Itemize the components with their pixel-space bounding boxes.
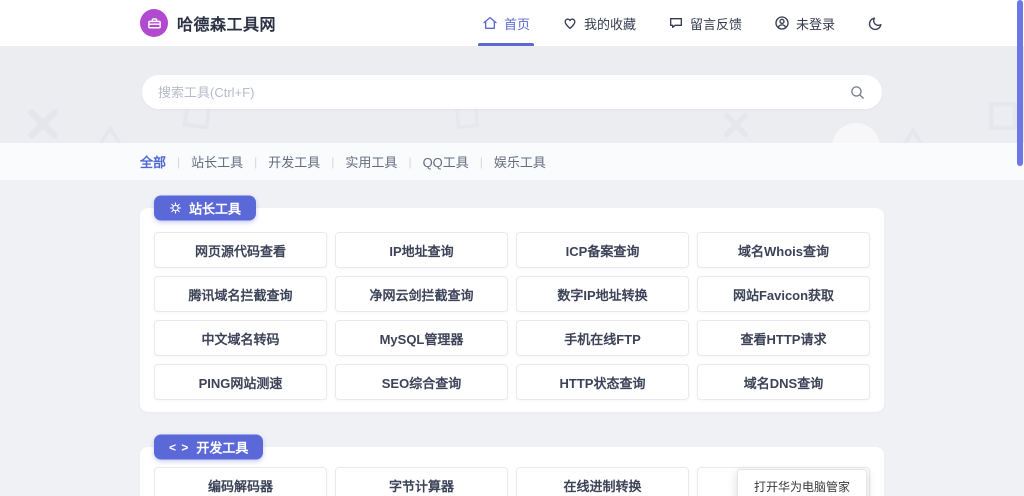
bg-triangle-icon (898, 127, 928, 143)
section-title: 站长工具 (189, 199, 241, 218)
tool-button[interactable]: 手机在线FTP (516, 320, 689, 356)
os-tooltip: 打开华为电脑管家 (737, 469, 867, 496)
tool-button[interactable]: 中文域名转码 (154, 320, 327, 356)
tool-button[interactable]: SEO综合查询 (335, 364, 508, 400)
scrollbar (1017, 0, 1023, 496)
theme-toggle[interactable] (867, 15, 884, 32)
tool-button[interactable]: 在线进制转换 (516, 467, 689, 496)
tool-button[interactable]: 查看HTTP请求 (697, 320, 870, 356)
search-box (142, 75, 882, 109)
category-qq[interactable]: QQ工具 (423, 152, 469, 171)
nav-item-login[interactable]: 未登录 (774, 0, 835, 46)
tool-grid: 网页源代码查看IP地址查询ICP备案查询域名Whois查询腾讯域名拦截查询净网云… (154, 232, 870, 400)
section-webmaster-tools: 站长工具 网页源代码查看IP地址查询ICP备案查询域名Whois查询腾讯域名拦截… (140, 208, 884, 412)
main-content: 站长工具 网页源代码查看IP地址查询ICP备案查询域名Whois查询腾讯域名拦截… (0, 180, 1024, 496)
tool-button[interactable]: PING网站测速 (154, 364, 327, 400)
tool-button[interactable]: 网页源代码查看 (154, 232, 327, 268)
nav-item-home[interactable]: 首页 (482, 0, 530, 46)
code-icon: < > (169, 440, 189, 454)
section-title: 开发工具 (196, 438, 248, 457)
divider: | (254, 155, 257, 169)
site-title: 哈德森工具网 (177, 11, 276, 35)
divider: | (408, 155, 411, 169)
tool-button[interactable]: MySQL管理器 (335, 320, 508, 356)
tool-button[interactable]: 编码解码器 (154, 467, 327, 496)
divider: | (331, 155, 334, 169)
user-icon (774, 15, 790, 31)
search-hero (0, 47, 1024, 143)
tool-button[interactable]: 网站Favicon获取 (697, 276, 870, 312)
brand[interactable]: 哈德森工具网 (140, 9, 276, 37)
tool-button[interactable]: 数字IP地址转换 (516, 276, 689, 312)
tool-button[interactable]: ICP备案查询 (516, 232, 689, 268)
navbar: 哈德森工具网 首页 我的收藏 留言反馈 未登录 (0, 0, 1024, 47)
search-input[interactable] (158, 85, 849, 100)
category-webmaster[interactable]: 站长工具 (191, 152, 243, 171)
category-dev[interactable]: 开发工具 (268, 152, 320, 171)
category-bar: 全部 | 站长工具 | 开发工具 | 实用工具 | QQ工具 | 娱乐工具 (0, 143, 1024, 180)
category-all[interactable]: 全部 (140, 152, 166, 171)
bg-circle-icon (832, 123, 880, 143)
toolbox-icon (140, 9, 168, 37)
tool-button[interactable]: 腾讯域名拦截查询 (154, 276, 327, 312)
divider: | (177, 155, 180, 169)
category-fun[interactable]: 娱乐工具 (494, 152, 546, 171)
divider: | (480, 155, 483, 169)
heart-icon (562, 15, 578, 31)
nav-item-favorites[interactable]: 我的收藏 (562, 0, 636, 46)
section-badge: < > 开发工具 (154, 435, 263, 460)
chat-icon (668, 15, 684, 31)
tool-button[interactable]: 字节计算器 (335, 467, 508, 496)
gear-icon (169, 202, 182, 215)
home-icon (482, 15, 498, 31)
bg-triangle-icon (96, 125, 124, 143)
category-utility[interactable]: 实用工具 (345, 152, 397, 171)
nav-item-feedback[interactable]: 留言反馈 (668, 0, 742, 46)
tool-button[interactable]: HTTP状态查询 (516, 364, 689, 400)
tool-button[interactable]: IP地址查询 (335, 232, 508, 268)
bg-x-icon (722, 111, 750, 139)
nav-menu: 首页 我的收藏 留言反馈 未登录 (482, 0, 884, 46)
bg-x-icon (26, 107, 60, 141)
tool-button[interactable]: 净网云剑拦截查询 (335, 276, 508, 312)
scrollbar-thumb[interactable] (1017, 0, 1023, 166)
moon-icon (867, 15, 884, 32)
search-icon[interactable] (849, 84, 866, 101)
section-badge: 站长工具 (154, 196, 256, 221)
tool-button[interactable]: 域名DNS查询 (697, 364, 870, 400)
tool-button[interactable]: 域名Whois查询 (697, 232, 870, 268)
